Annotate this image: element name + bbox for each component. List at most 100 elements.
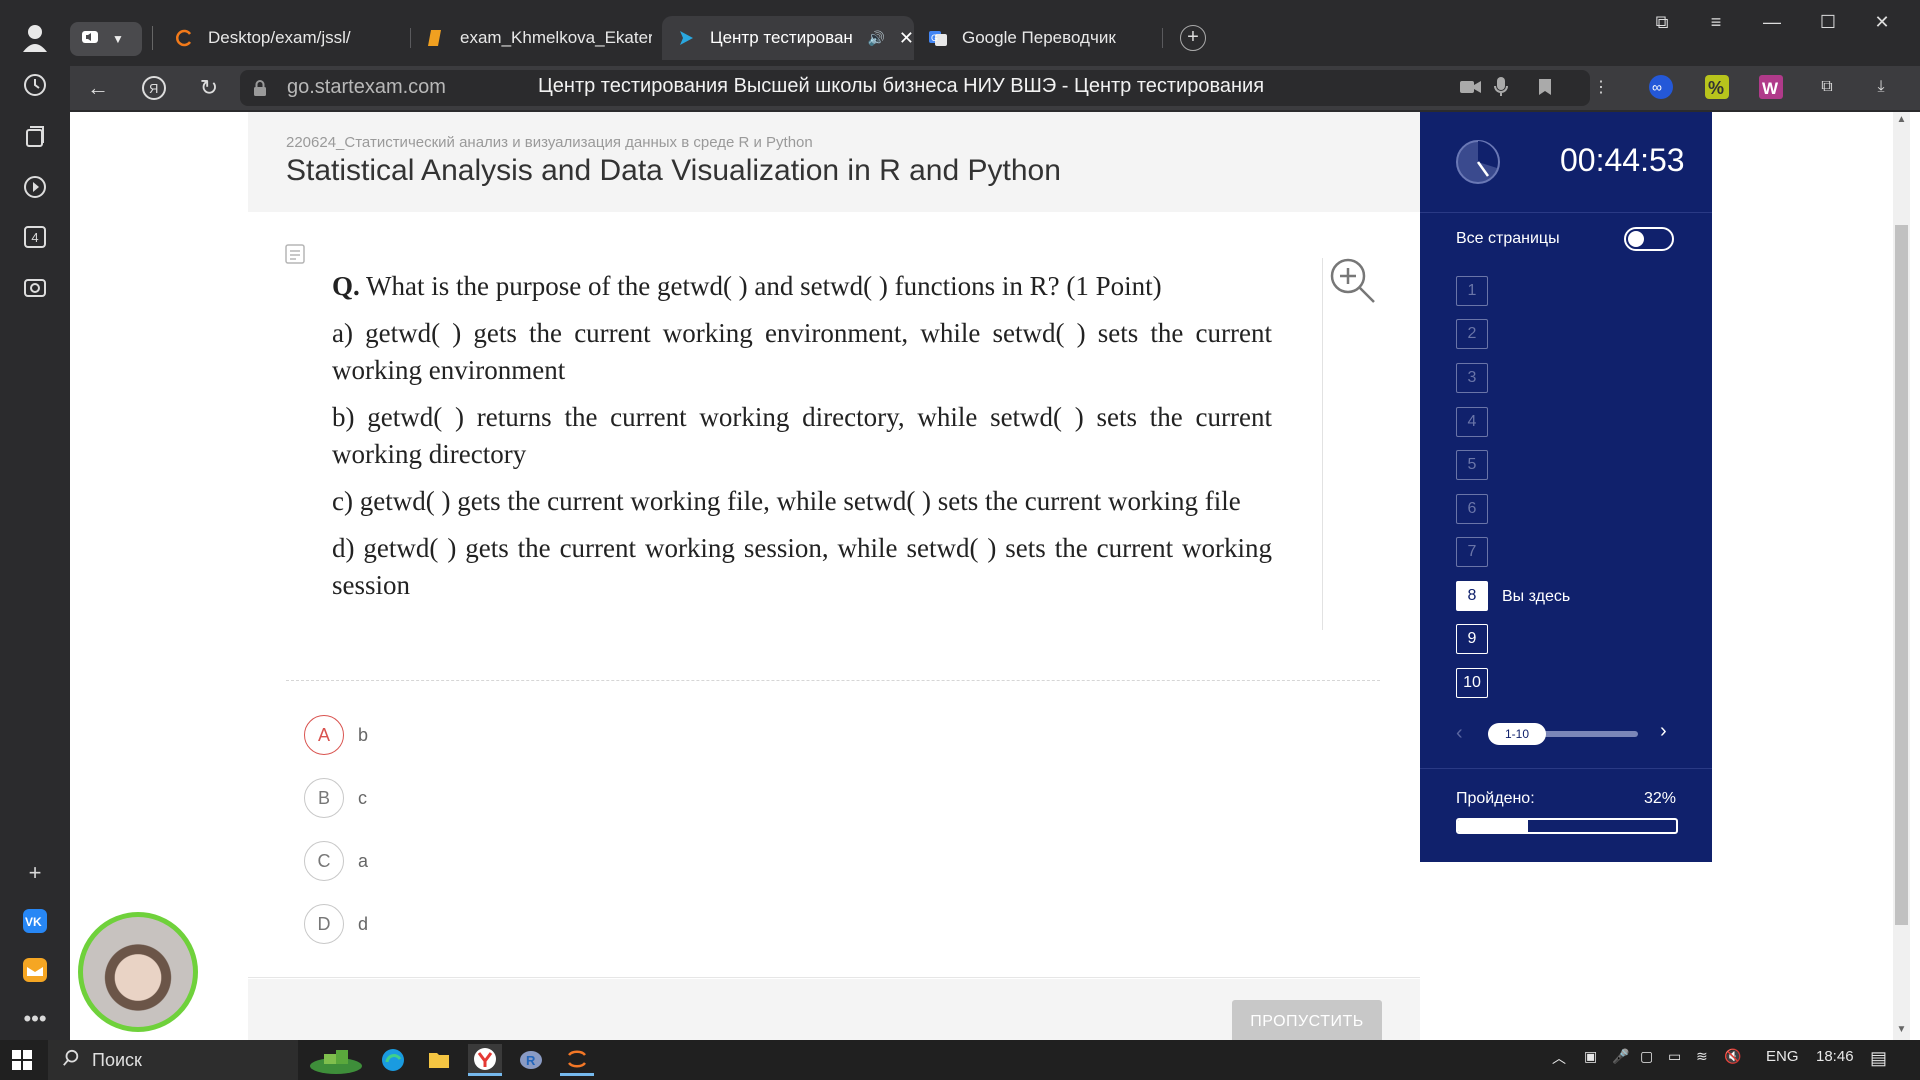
skip-button[interactable]: ПРОПУСТИТЬ: [1232, 1000, 1382, 1040]
camera-icon[interactable]: [1456, 72, 1486, 102]
minimize-button[interactable]: —: [1754, 12, 1790, 36]
edge-icon[interactable]: [376, 1044, 410, 1076]
play-icon: [676, 28, 696, 48]
url-domain[interactable]: go.startexam.com: [287, 76, 446, 99]
extension-infinity-icon[interactable]: ∞: [1646, 72, 1676, 102]
zoom-in-icon[interactable]: [1328, 256, 1378, 306]
extension-w-icon[interactable]: W: [1756, 72, 1786, 102]
question-nav-3[interactable]: 3: [1456, 363, 1488, 393]
question-nav-6[interactable]: 6: [1456, 494, 1488, 524]
question-nav-5[interactable]: 5: [1456, 450, 1488, 480]
bookmarks-icon[interactable]: ⧉: [1644, 12, 1680, 36]
svg-text:%: %: [1708, 78, 1724, 98]
scroll-up-arrow[interactable]: ▲: [1895, 114, 1908, 125]
collections-icon[interactable]: ⧉: [1812, 72, 1842, 102]
microphone-icon[interactable]: [1486, 72, 1516, 102]
question-option: d) getwd( ) gets the current working ses…: [332, 533, 1272, 600]
answer-letter[interactable]: C: [304, 841, 344, 881]
question-nav-8[interactable]: 8: [1456, 581, 1488, 611]
screen-capture-icon[interactable]: ▢: [1640, 1048, 1653, 1065]
add-icon[interactable]: +: [20, 858, 50, 888]
tab-audio-button[interactable]: ▼: [70, 22, 142, 56]
all-pages-label: Все страницы: [1456, 230, 1560, 247]
answer-option-a[interactable]: A b: [304, 714, 368, 756]
video-icon[interactable]: [20, 172, 50, 202]
device-icon[interactable]: ▣: [1584, 1048, 1597, 1065]
maximize-button[interactable]: ☐: [1810, 12, 1846, 36]
answer-option-b[interactable]: B c: [304, 777, 367, 819]
close-icon[interactable]: ✕: [899, 28, 914, 49]
tab-exam-doc[interactable]: exam_Khmelkova_Ekaterina: [412, 16, 652, 60]
tab-test-center[interactable]: Центр тестирования 🔊 ✕: [662, 16, 914, 60]
chevron-right-icon[interactable]: ›: [1660, 720, 1667, 743]
answer-text: d: [358, 913, 369, 934]
battery-icon[interactable]: ▭: [1668, 1048, 1681, 1065]
pager-thumb[interactable]: 1-10: [1488, 723, 1546, 745]
mail-icon[interactable]: [20, 955, 50, 985]
back-icon[interactable]: ←: [82, 72, 114, 104]
language-indicator[interactable]: ENG: [1766, 1048, 1799, 1065]
question-nav-7[interactable]: 7: [1456, 537, 1488, 567]
question-nav-1[interactable]: 1: [1456, 276, 1488, 306]
question-nav-2[interactable]: 2: [1456, 319, 1488, 349]
scroll-down-arrow[interactable]: ▼: [1895, 1024, 1908, 1035]
vk-icon[interactable]: VK: [20, 906, 50, 936]
new-tab-button[interactable]: +: [1180, 25, 1206, 51]
progress-label: Пройдено:: [1456, 790, 1535, 807]
notifications-icon[interactable]: ▤: [1870, 1048, 1887, 1069]
translate-icon: G: [928, 28, 948, 48]
download-icon[interactable]: ⤓: [1866, 72, 1896, 102]
extension-percent-icon[interactable]: %: [1702, 72, 1732, 102]
divider: [248, 977, 1420, 978]
taskbar-search[interactable]: Поиск: [48, 1040, 298, 1080]
history-icon[interactable]: [20, 70, 50, 100]
yandex-browser-icon[interactable]: [468, 1044, 502, 1076]
answer-letter[interactable]: A: [304, 715, 344, 755]
page-title-in-url[interactable]: Центр тестирования Высшей школы бизнеса …: [538, 75, 1264, 98]
answer-option-d[interactable]: D d: [304, 903, 368, 945]
answer-letter[interactable]: D: [304, 904, 344, 944]
all-pages-toggle[interactable]: [1624, 227, 1674, 251]
wifi-icon[interactable]: ≋: [1696, 1048, 1708, 1065]
svg-text:∞: ∞: [1652, 79, 1662, 95]
answer-letter[interactable]: B: [304, 778, 344, 818]
answer-option-c[interactable]: C a: [304, 840, 368, 882]
question-nav-4[interactable]: 4: [1456, 407, 1488, 437]
note-icon[interactable]: [285, 244, 305, 264]
menu-icon[interactable]: ≡: [1698, 12, 1734, 36]
speaker-icon[interactable]: 🔊: [867, 30, 884, 47]
bookmark-icon[interactable]: [1530, 72, 1560, 102]
lock-icon[interactable]: [252, 79, 268, 97]
tray-chevron-icon[interactable]: ︿: [1552, 1048, 1566, 1068]
yandex-icon[interactable]: Я: [138, 72, 170, 104]
question-text: Q. What is the purpose of the getwd( ) a…: [332, 268, 1272, 614]
chevron-left-icon[interactable]: ‹: [1456, 722, 1463, 745]
file-explorer-icon[interactable]: [422, 1044, 456, 1076]
notes-icon[interactable]: [20, 122, 50, 152]
scrollbar-thumb[interactable]: [1895, 225, 1908, 925]
reload-icon[interactable]: ↻: [193, 72, 225, 104]
divider: [1420, 768, 1712, 769]
jupyter-icon[interactable]: [560, 1044, 594, 1076]
question-nav-10[interactable]: 10: [1456, 668, 1488, 698]
more-icon[interactable]: ⋮: [1586, 72, 1616, 102]
tab-desktop[interactable]: Desktop/exam/jssl/: [160, 16, 400, 60]
close-window-button[interactable]: ✕: [1864, 12, 1900, 36]
windows-start-icon[interactable]: [12, 1050, 32, 1070]
clock[interactable]: 18:46: [1816, 1048, 1854, 1065]
svg-text:VK: VK: [25, 915, 42, 929]
microphone-tray-icon[interactable]: 🎤: [1612, 1048, 1629, 1065]
tab-google-translate[interactable]: G Google Переводчик: [914, 16, 1164, 60]
question-nav-9[interactable]: 9: [1456, 624, 1488, 654]
question-option: c) getwd( ) gets the current working fil…: [332, 486, 1241, 516]
divider: [1322, 258, 1323, 630]
widgets-icon[interactable]: [306, 1044, 366, 1076]
profile-icon[interactable]: [20, 22, 50, 52]
chevron-down-icon: ▼: [112, 32, 124, 46]
counter-badge[interactable]: 4: [20, 222, 50, 252]
svg-text:R: R: [526, 1053, 536, 1068]
screenshot-icon[interactable]: [20, 272, 50, 302]
volume-muted-icon[interactable]: 🔇: [1724, 1048, 1741, 1065]
more-horizontal-icon[interactable]: •••: [20, 1004, 50, 1034]
r-app-icon[interactable]: R: [514, 1044, 548, 1076]
